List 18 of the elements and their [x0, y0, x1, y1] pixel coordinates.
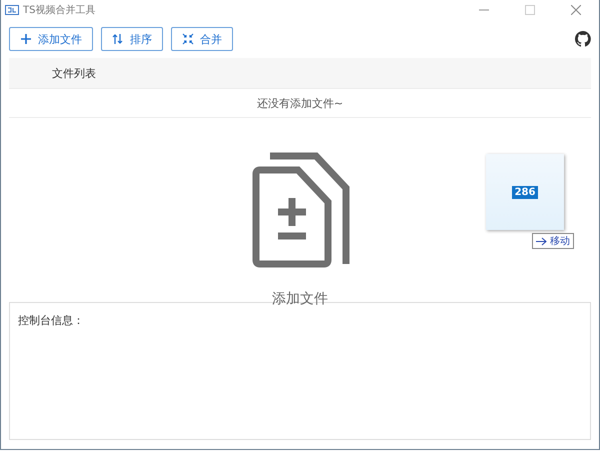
arrow-icon [536, 236, 547, 246]
drop-area-label: 添加文件 [272, 290, 328, 308]
count-badge: 286 [512, 186, 538, 198]
close-icon[interactable] [571, 5, 581, 15]
empty-message: 还没有添加文件~ [256, 96, 344, 110]
window-title: TS视频合并工具 [23, 4, 96, 17]
sort-button[interactable]: 排序 [101, 27, 163, 51]
add-file-button[interactable]: 添加文件 [9, 27, 93, 51]
compress-icon [182, 33, 194, 45]
sort-icon [112, 33, 124, 45]
console-label: 控制台信息： [18, 314, 84, 327]
merge-button[interactable]: 合并 [171, 27, 233, 51]
move-tooltip: 移动 [532, 233, 574, 249]
column-header: 文件列表 [52, 66, 96, 80]
add-files-icon[interactable] [250, 152, 350, 268]
app-icon [5, 5, 19, 15]
plus-icon [20, 33, 32, 45]
github-icon[interactable] [575, 31, 591, 47]
